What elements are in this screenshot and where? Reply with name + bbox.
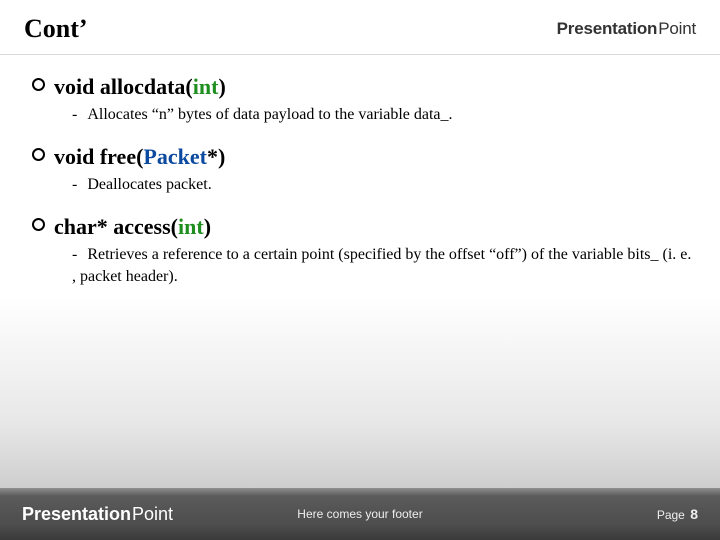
page-label: Page (657, 508, 685, 522)
func-name: free( (94, 144, 143, 169)
slide: Cont’ Presentation Point void allocdata(… (0, 0, 720, 540)
desc-text: Retrieves a reference to a certain point… (72, 246, 691, 285)
content-area: void allocdata(int) - Allocates “n” byte… (0, 55, 720, 299)
bullet-icon (32, 78, 45, 91)
signature-access: char* access(int) (32, 213, 692, 242)
brand-top: Presentation Point (557, 19, 696, 39)
description: - Allocates “n” bytes of data payload to… (32, 102, 692, 138)
dash: - (72, 246, 81, 263)
keyword: void (54, 144, 94, 169)
brand-light: Point (658, 19, 696, 39)
desc-text: Deallocates packet. (87, 176, 211, 193)
page-number: 8 (690, 506, 698, 522)
page-title: Cont’ (24, 14, 88, 44)
paren: ) (204, 214, 211, 239)
footer-bar: Presentation Point Here comes your foote… (0, 488, 720, 540)
description: - Retrieves a reference to a certain poi… (32, 242, 692, 299)
brand-strong: Presentation (22, 504, 131, 525)
description: - Deallocates packet. (32, 172, 692, 208)
page-indicator: Page 8 (657, 506, 698, 522)
brand-light: Point (132, 504, 173, 525)
brand-bottom: Presentation Point (22, 504, 173, 525)
keyword: char (54, 214, 97, 239)
dash: - (72, 176, 81, 193)
footer-text: Here comes your footer (297, 507, 422, 521)
dash: - (72, 106, 81, 123)
paren: *) (207, 144, 225, 169)
type: int (193, 74, 219, 99)
bullet-icon (32, 148, 45, 161)
paren: ) (218, 74, 225, 99)
list-item: void free(Packet*) - Deallocates packet. (32, 143, 692, 207)
desc-text: Allocates “n” bytes of data payload to t… (87, 106, 452, 123)
signature-free: void free(Packet*) (32, 143, 692, 172)
brand-strong: Presentation (557, 19, 658, 39)
list-item: void allocdata(int) - Allocates “n” byte… (32, 73, 692, 137)
type-link: Packet (143, 144, 207, 169)
list-item: char* access(int) - Retrieves a referenc… (32, 213, 692, 299)
keyword: void (54, 74, 94, 99)
bullet-icon (32, 218, 45, 231)
header-bar: Cont’ Presentation Point (0, 0, 720, 55)
signature-allocdata: void allocdata(int) (32, 73, 692, 102)
func-name: allocdata( (94, 74, 192, 99)
func-name: * access( (97, 214, 178, 239)
type: int (178, 214, 204, 239)
